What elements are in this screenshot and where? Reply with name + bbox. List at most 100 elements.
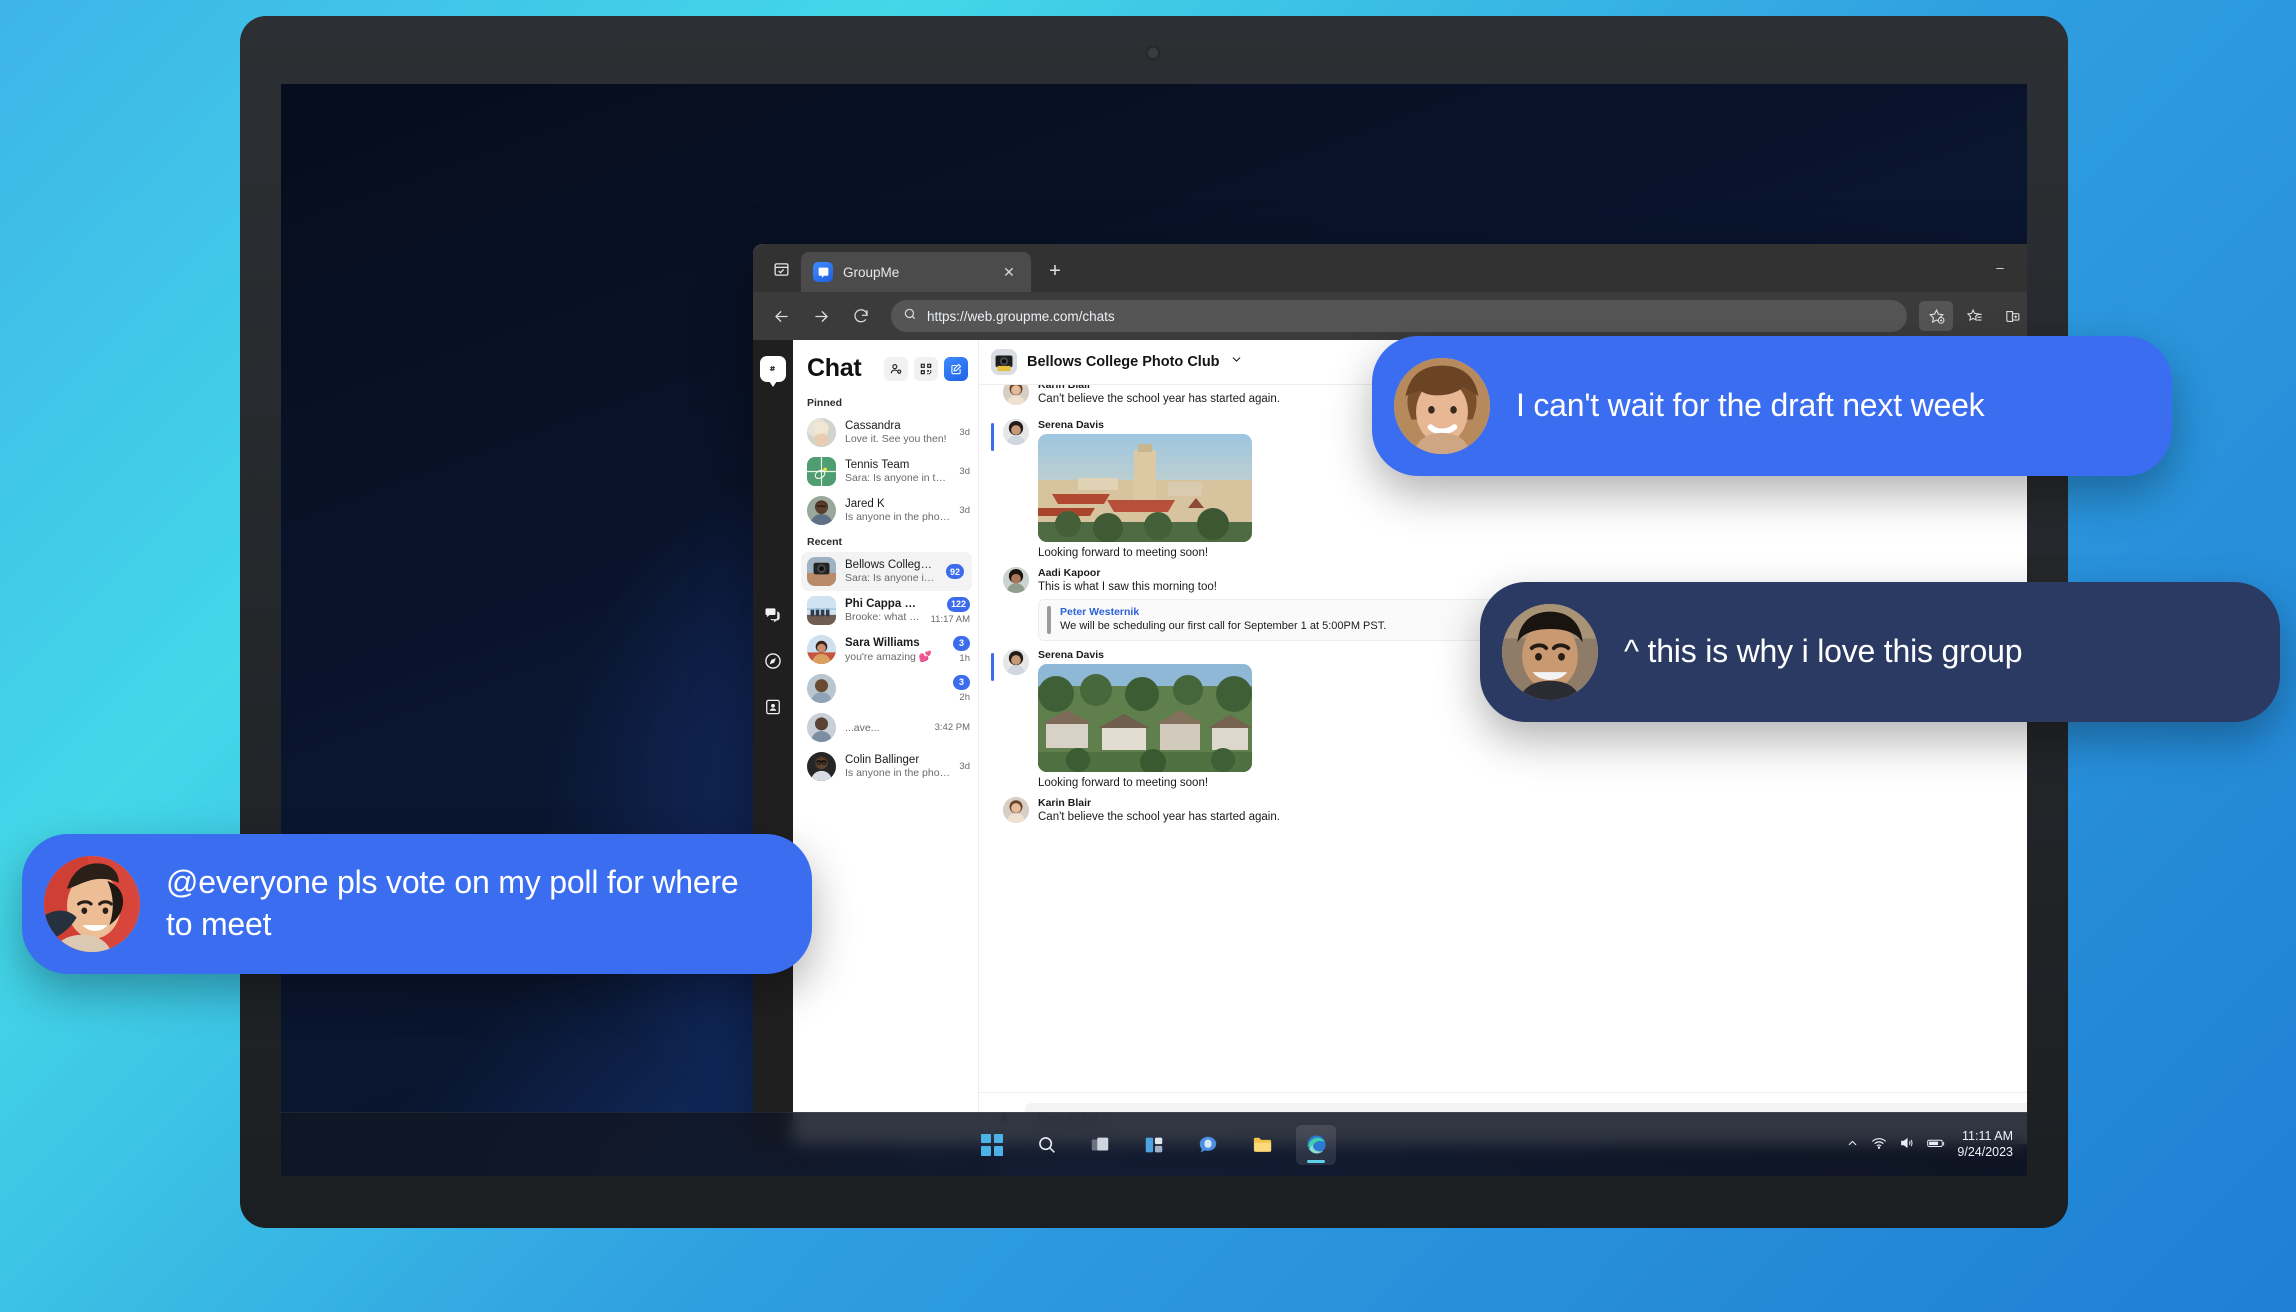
tab-actions-icon[interactable] [761,250,801,288]
browser-tab[interactable]: GroupMe ✕ [801,252,1031,292]
avatar [807,557,836,586]
maximize-button[interactable]: ▢ [2023,244,2027,290]
message-photo-neighborhood[interactable] [1038,664,1252,772]
taskbar-clock[interactable]: 11:11 AM 9/24/2023 [1957,1129,2013,1160]
list-item-preview: Is anyone in the photo room? [845,767,950,779]
add-favorite-icon[interactable] [1919,301,1953,331]
list-item[interactable]: Phi Cappa Psi '23 Brooke: what is everyo… [793,591,978,630]
compose-icon[interactable] [944,356,968,381]
message-list[interactable]: Karin Blair Can't believe the school yea… [979,385,2027,1092]
file-explorer-icon[interactable] [1242,1125,1282,1165]
list-item-title: Cassandra [845,420,901,432]
list-item[interactable]: ...ave... 3:42 PM [793,708,978,747]
message-photo-campus-tower[interactable] [1038,434,1252,542]
volume-icon[interactable] [1899,1135,1915,1154]
avatar [1003,385,1029,405]
wifi-icon[interactable] [1871,1135,1887,1154]
arrow-right-icon[interactable] [803,300,839,332]
add-person-icon[interactable] [884,356,908,381]
groupme-icon [813,262,833,282]
reload-icon[interactable] [843,300,879,332]
plus-icon[interactable]: + [1039,255,1071,287]
list-item[interactable]: Sara Williams you're amazing 💕 3 1h [793,630,978,669]
list-item[interactable]: Colin Ballinger Is anyone in the photo r… [793,747,978,786]
floating-message-bubble-love: ^ this is why i love this group [1480,582,2280,722]
show-hidden-icons[interactable] [1846,1137,1859,1153]
teams-chat-icon[interactable] [1188,1125,1228,1165]
unread-badge: 3 [953,635,970,651]
message-text: Can't believe the school year has starte… [1038,811,1280,823]
avatar [807,457,836,486]
page-title: Chat [807,354,862,382]
window-controls: – ▢ ✕ [1977,244,2027,290]
list-item[interactable]: 3 2h [793,669,978,708]
browser-titlebar: GroupMe ✕ + – ▢ ✕ [753,244,2027,292]
chat-list-header: Chat [793,340,978,391]
list-item-time: 3d [959,505,970,516]
list-item-title: Bellows College Photo Club [845,559,937,571]
qr-code-icon[interactable] [914,356,938,381]
avatar [1394,358,1490,454]
sidebar-item-discover[interactable] [753,638,793,684]
chat-list-panel: Chat Pinned Cassandra Love it. See you t… [793,340,978,1144]
windows-taskbar: 11:11 AM 9/24/2023 [281,1112,2027,1176]
collections-icon[interactable] [1995,301,2027,331]
search-icon[interactable] [1026,1125,1066,1165]
list-item-bellows-college-photo-club[interactable]: Bellows College Photo Club Sara: Is anyo… [801,552,972,591]
browser-toolbar: https://web.groupme.com/chats [753,292,2027,340]
sidebar-item-contacts[interactable] [753,684,793,730]
favorites-icon[interactable] [1957,301,1991,331]
list-item-title: Jared K [845,498,885,510]
groupme-logo-icon [760,356,786,387]
sidebar-item-chats[interactable] [753,592,793,638]
list-item-time: 1h [959,652,970,664]
unread-indicator [991,423,994,451]
list-item-preview: Love it. See you then! [845,433,947,445]
unread-badge: 122 [946,596,970,612]
widgets-icon[interactable] [1134,1125,1174,1165]
list-item-time: 2h [959,691,970,703]
list-item-time: 3d [959,427,970,438]
arrow-left-icon[interactable] [763,300,799,332]
section-label-pinned: Pinned [807,397,843,409]
minimize-button[interactable]: – [1977,244,2023,290]
quote-bar [1047,606,1051,634]
floating-message-bubble-poll: @everyone pls vote on my poll for where … [22,834,812,974]
list-item[interactable]: Cassandra Love it. See you then! 3d [793,413,978,452]
bubble-text: @everyone pls vote on my poll for where … [166,864,739,942]
avatar [807,418,836,447]
clock-date: 9/24/2023 [1957,1144,2013,1159]
avatar [807,496,836,525]
list-item-preview: Is anyone in the photo room? [845,511,950,523]
address-bar[interactable]: https://web.groupme.com/chats [891,300,1907,332]
list-item[interactable]: Tennis Team Sara: Is anyone in the photo… [793,452,978,491]
message-sender: Karin Blair [1038,797,1092,809]
list-item-title: Sara Williams [845,636,920,649]
avatar [807,713,836,742]
floating-message-bubble-draft: I can't wait for the draft next week [1372,336,2172,476]
message-caption: Looking forward to meeting soon! [1038,777,1209,789]
list-item-preview: Sara: Is anyone in the photo room? [845,472,950,484]
avatar [807,674,836,703]
edge-browser-icon[interactable] [1296,1124,1336,1165]
list-item-title: Colin Ballinger [845,754,920,766]
system-tray: 11:11 AM 9/24/2023 [1846,1129,2013,1160]
list-item[interactable]: Jared K Is anyone in the photo room? 3d [793,491,978,530]
list-item-time: 3:42 PM [934,722,970,733]
app-nav-rail [753,340,793,1144]
avatar [1003,649,1029,675]
task-view-icon[interactable] [1080,1125,1120,1165]
chevron-down-icon[interactable] [1230,353,1243,371]
list-item-preview: ...ave... [845,722,880,734]
tab-title: GroupMe [843,264,900,280]
avatar [1003,567,1029,593]
bubble-text: ^ this is why i love this group [1624,633,2023,670]
bubble-text: I can't wait for the draft next week [1516,387,1985,424]
webcam [1146,46,1160,60]
close-icon[interactable]: ✕ [999,262,1019,282]
battery-icon[interactable] [1927,1136,1945,1153]
unread-indicator [991,653,994,681]
avatar [1003,419,1029,445]
list-item-preview: Sara: Is anyone in the photo room? [845,572,937,584]
start-icon[interactable] [972,1125,1012,1165]
